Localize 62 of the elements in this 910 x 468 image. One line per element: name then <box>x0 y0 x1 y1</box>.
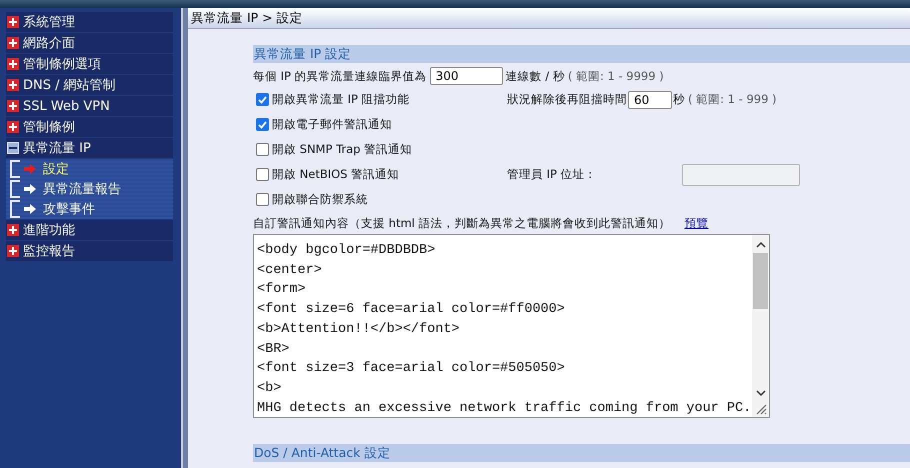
checkbox[interactable] <box>256 193 269 206</box>
range-hint: ( 範圍: 1 - 999 ) <box>688 92 777 107</box>
code-line: <b> <box>257 380 282 398</box>
code-line: <font size=6 face=arial color=#ff0000> <box>257 301 566 320</box>
preview-link[interactable]: 預覽 <box>684 216 709 230</box>
submenu-item[interactable]: 設定 <box>42 160 70 178</box>
tree-connector <box>10 200 20 218</box>
code-line: <b>Attention!!</b></font> <box>257 320 461 339</box>
block-time-field[interactable]: 60 <box>628 90 672 108</box>
breadcrumb: 異常流量 IP > 設定 <box>188 8 910 29</box>
unit-label: 秒 <box>673 92 685 107</box>
expand-icon <box>7 121 19 133</box>
code-line: <body bgcolor=#DBDBDB> <box>257 242 436 260</box>
checkbox[interactable] <box>256 168 269 181</box>
submenu-item[interactable]: 異常流量報告 <box>42 180 122 198</box>
message-textarea[interactable] <box>253 234 770 418</box>
code-line: MHG detects an excessive network traffic coming from your PC. <box>257 400 752 417</box>
section-header: DoS / Anti-Attack 設定 <box>253 444 910 462</box>
threshold-field[interactable]: 300 <box>430 67 503 85</box>
menu-item[interactable]: 監控報告 <box>6 241 173 261</box>
submenu-item[interactable]: 攻擊事件 <box>42 200 96 218</box>
code-line: <BR> <box>257 340 290 359</box>
scroll-thumb[interactable] <box>753 253 768 309</box>
code-line: <center> <box>257 262 323 280</box>
checkbox[interactable] <box>256 118 269 131</box>
expand-icon <box>7 245 19 257</box>
checkbox-label: 開啟 SNMP Trap 警訊通知 <box>272 142 412 157</box>
admin-ip-label: 管理員 IP 位址 : <box>507 167 592 182</box>
menu-item[interactable]: 系統管理 <box>6 12 173 32</box>
checkbox-label: 開啟 NetBIOS 警訊通知 <box>272 167 400 182</box>
menu-item[interactable]: 網路介面 <box>6 33 173 53</box>
checkbox-label: 開啟異常流量 IP 阻擋功能 <box>272 92 410 107</box>
menu-item[interactable]: 進階功能 <box>6 220 173 240</box>
checkbox[interactable] <box>256 93 269 106</box>
threshold-label: 每個 IP 的異常流量連線臨界值為 <box>253 68 427 84</box>
checkbox-label: 開啟聯合防禦系統 <box>272 192 368 207</box>
message-label: 自訂警訊通知內容（支援 html 語法，判斷為異常之電腦將會收到此警訊通知） <box>253 216 671 230</box>
menu-item[interactable]: 異常流量 IP <box>6 138 173 158</box>
unit-label: 連線數 / 秒 <box>506 68 565 84</box>
menu-item[interactable]: SSL Web VPN <box>6 96 173 116</box>
scrollbar[interactable] <box>752 235 769 417</box>
code-line: <form> <box>257 281 307 300</box>
expand-icon <box>7 100 19 112</box>
section-header: 異常流量 IP 設定 <box>253 45 910 63</box>
menu-item[interactable]: 管制條例 <box>6 117 173 137</box>
range-hint: ( 範圍: 1 - 9999 ) <box>568 68 664 84</box>
tree-connector <box>10 180 20 198</box>
block-time-label: 狀況解除後再阻擋時間 <box>507 92 627 107</box>
menu-item[interactable]: DNS / 網站管制 <box>6 75 173 95</box>
checkbox-label: 開啟電子郵件警訊通知 <box>272 117 392 132</box>
checkbox[interactable] <box>256 143 269 156</box>
menu-item[interactable]: 管制條例選項 <box>6 54 173 74</box>
admin-ip-field[interactable] <box>682 164 800 186</box>
expand-icon <box>7 79 19 91</box>
code-line: <font size=3 face=arial color=#505050> <box>257 360 566 378</box>
expand-icon <box>7 224 19 236</box>
tree-connector <box>10 160 20 178</box>
expand-icon <box>7 58 19 70</box>
expand-icon <box>7 37 19 49</box>
expand-icon <box>7 16 19 28</box>
resize-grip-icon[interactable] <box>755 403 767 415</box>
collapse-icon <box>7 142 19 154</box>
